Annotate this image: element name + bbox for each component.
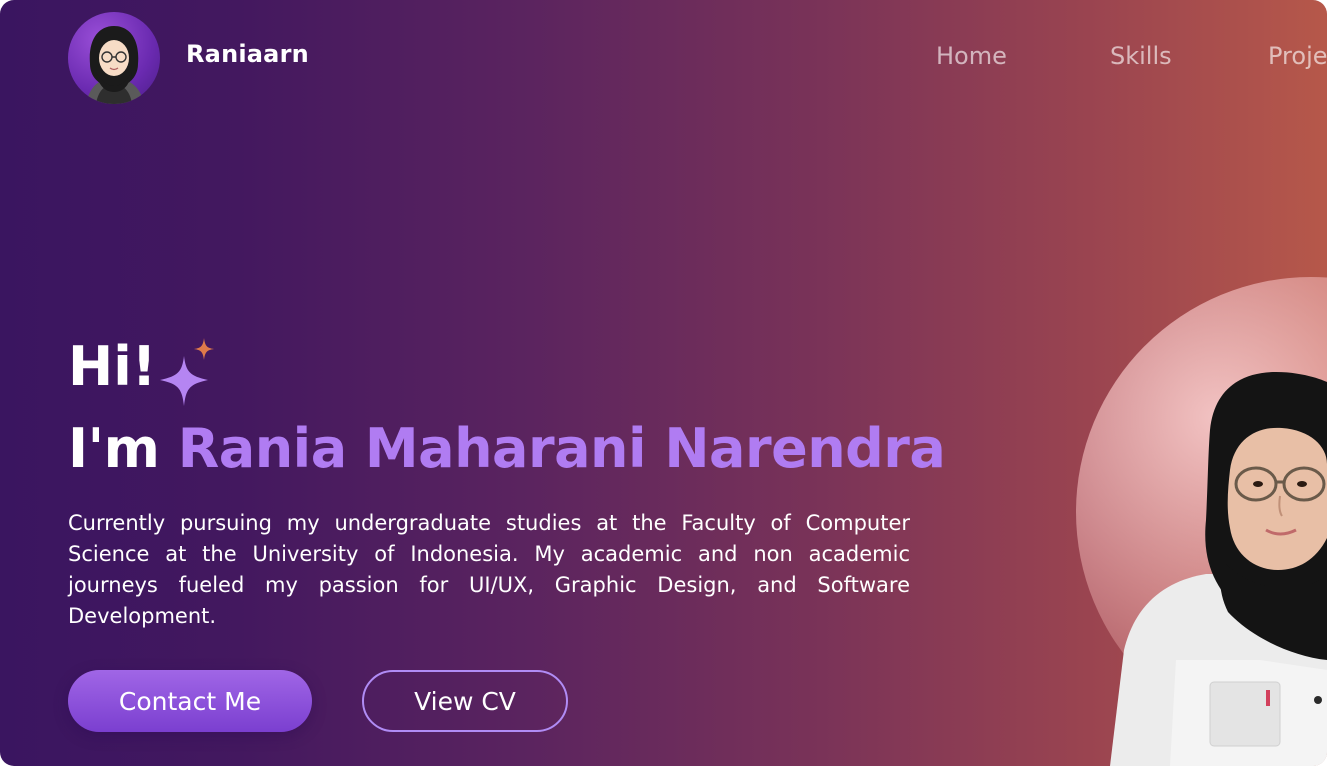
view-cv-button[interactable]: View CV: [362, 670, 568, 732]
hero-intro-prefix: I'm: [68, 417, 160, 480]
portfolio-page: Raniaarn Home Skills Proje Hi! I'm Rania…: [0, 0, 1327, 766]
contact-me-button[interactable]: Contact Me: [68, 670, 312, 732]
nav-link-skills[interactable]: Skills: [1110, 42, 1172, 70]
avatar-illustration-icon: [86, 26, 144, 104]
brand-name[interactable]: Raniaarn: [186, 40, 309, 68]
hero-title: I'm Rania Maharani Narendra: [68, 422, 946, 476]
hero-greeting: Hi!: [68, 335, 157, 398]
profile-photo: [1110, 372, 1327, 766]
sparkle-icon: [160, 338, 214, 406]
nav-link-home[interactable]: Home: [936, 42, 1007, 70]
navbar: Raniaarn Home Skills Proje: [0, 0, 1327, 112]
hero-description: Currently pursuing my undergraduate stud…: [68, 511, 910, 628]
hero-name: Rania Maharani Narendra: [177, 417, 946, 480]
avatar-logo[interactable]: [68, 12, 160, 104]
nav-link-projects[interactable]: Proje: [1268, 42, 1327, 70]
